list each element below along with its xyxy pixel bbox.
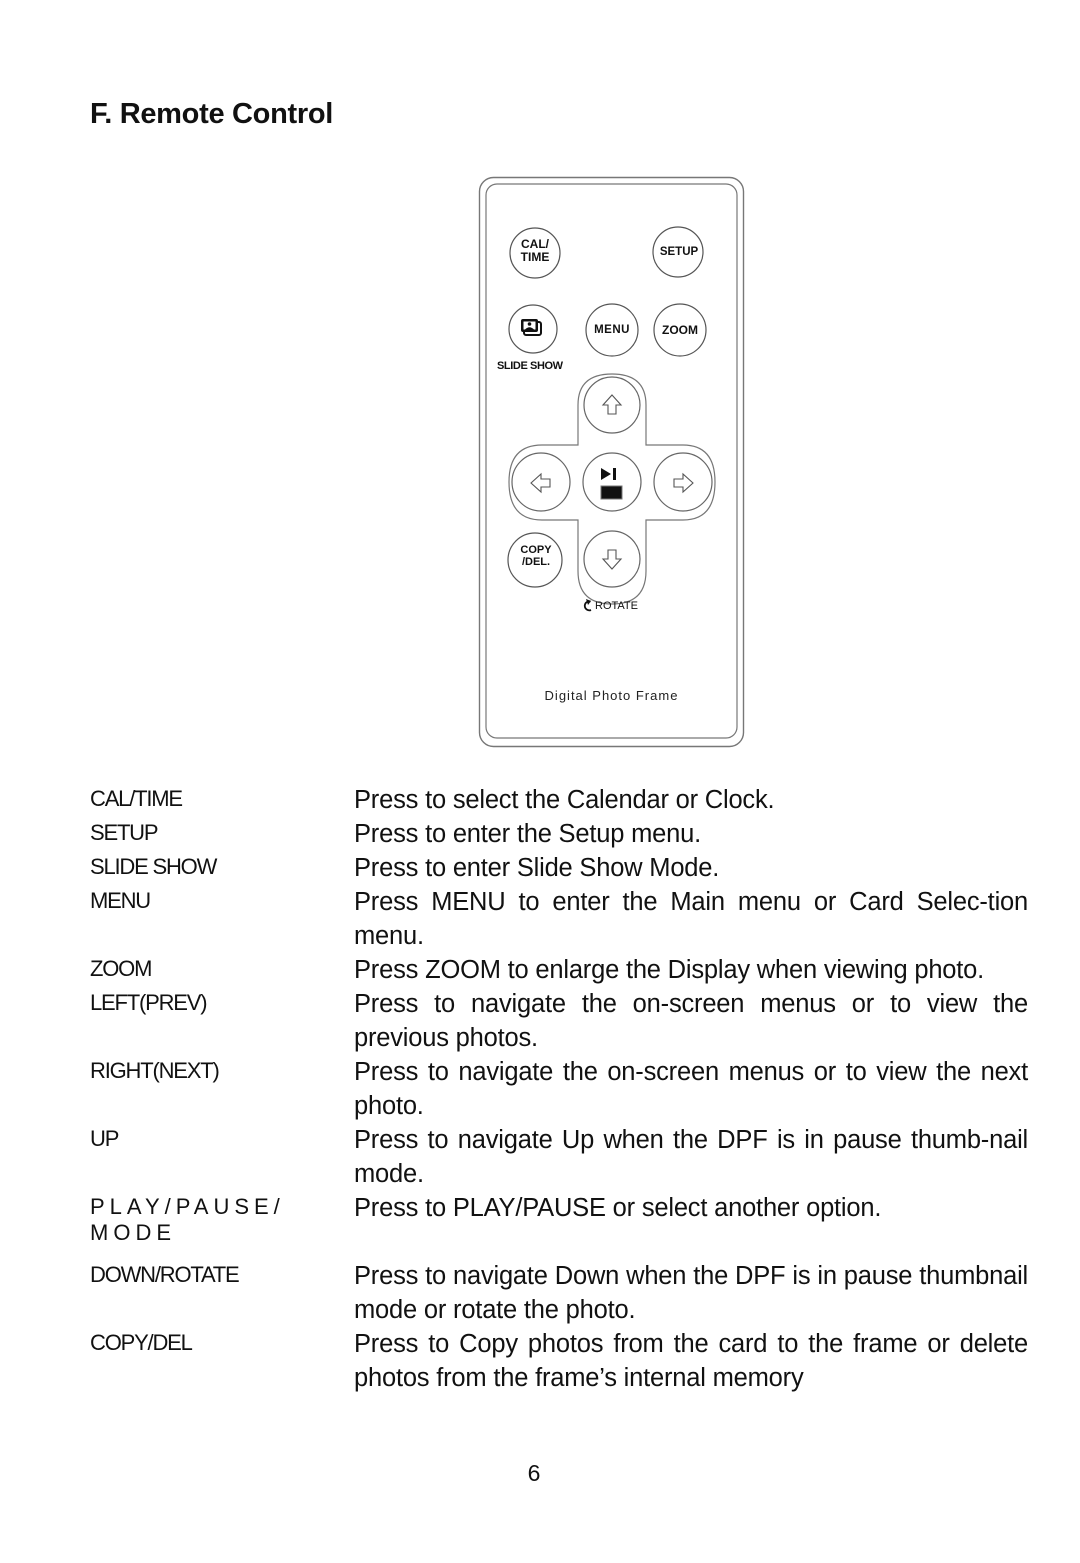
function-key: SLIDE SHOW [90,854,217,879]
function-key: UP [90,1126,119,1151]
rotate-label: ROTATE [595,600,638,612]
page-number: 6 [527,1460,541,1486]
zoom-button-label[interactable]: ZOOM [654,324,706,337]
copy-del-line2: /DEL. [521,555,551,568]
function-row: UP Press to navigate Up when the DPF is … [90,1123,1030,1191]
function-row: PLAY/PAUSE/ MODE Press to PLAY/PAUSE or … [90,1191,1030,1259]
function-description: Press to select the Calendar or Clock. [354,786,775,814]
stop-icon [600,485,623,500]
cal-time-line2: TIME [520,249,550,264]
function-key: SETUP [90,820,159,845]
copy-del-button-label[interactable]: COPY /DEL. [509,544,563,568]
function-row: CAL/TIME Press to select the Calendar or… [90,783,1030,817]
photo-stack-icon [521,319,542,336]
function-key: ZOOM [90,956,152,981]
function-description: Press to Copy photos from the card to th… [354,1330,1028,1392]
function-key: COPY/DEL [90,1330,193,1355]
function-row: SETUP Press to enter the Setup menu. [90,817,1030,851]
brand-label: Digital Photo Frame [544,688,679,703]
function-key: PLAY/PAUSE/ MODE [90,1194,285,1245]
function-row: COPY/DEL Press to Copy photos from the c… [90,1327,1030,1395]
rotate-icon [583,599,592,612]
cal-time-button-label[interactable]: CAL/ TIME [510,238,560,263]
function-description: Press to enter Slide Show Mode. [354,854,720,882]
function-key: RIGHT(NEXT) [90,1058,220,1083]
function-key: CAL/TIME [90,786,183,811]
function-table: CAL/TIME Press to select the Calendar or… [90,783,1030,1395]
function-description: Press to navigate the on-screen menus or… [354,990,1028,1052]
setup-button-label[interactable]: SETUP [650,246,708,258]
function-row: ZOOM Press ZOOM to enlarge the Display w… [90,953,1030,987]
copy-del-line1: COPY [520,544,552,556]
remote-control-diagram: CAL/ TIME SETUP MENU ZOOM COPY /DEL. SLI… [478,176,745,748]
section-title: F. Remote Control [90,98,334,130]
function-key: MENU [90,888,151,913]
function-description: Press MENU to enter the Main menu or Car… [354,888,1028,950]
function-description: Press to PLAY/PAUSE or select another op… [354,1194,882,1222]
function-row: DOWN/ROTATE Press to navigate Down when … [90,1259,1030,1327]
function-row: SLIDE SHOW Press to enter Slide Show Mod… [90,851,1030,885]
play-pause-button [582,452,642,512]
function-description: Press ZOOM to enlarge the Display when v… [354,956,985,984]
function-description: Press to navigate the on-screen menus or… [354,1058,1028,1120]
function-row: LEFT(PREV) Press to navigate the on-scre… [90,987,1030,1055]
function-row: MENU Press MENU to enter the Main menu o… [90,885,1030,953]
function-description: Press to enter the Setup menu. [354,820,701,848]
function-description: Press to navigate Down when the DPF is i… [354,1262,1028,1324]
function-row: RIGHT(NEXT) Press to navigate the on-scr… [90,1055,1030,1123]
slide-show-label: SLIDE SHOW [497,360,563,372]
menu-button-label[interactable]: MENU [586,324,638,336]
cal-time-line1: CAL/ [521,237,549,251]
function-key: DOWN/ROTATE [90,1262,240,1287]
function-key: LEFT(PREV) [90,990,208,1015]
function-description: Press to navigate Up when the DPF is in … [354,1126,1028,1188]
